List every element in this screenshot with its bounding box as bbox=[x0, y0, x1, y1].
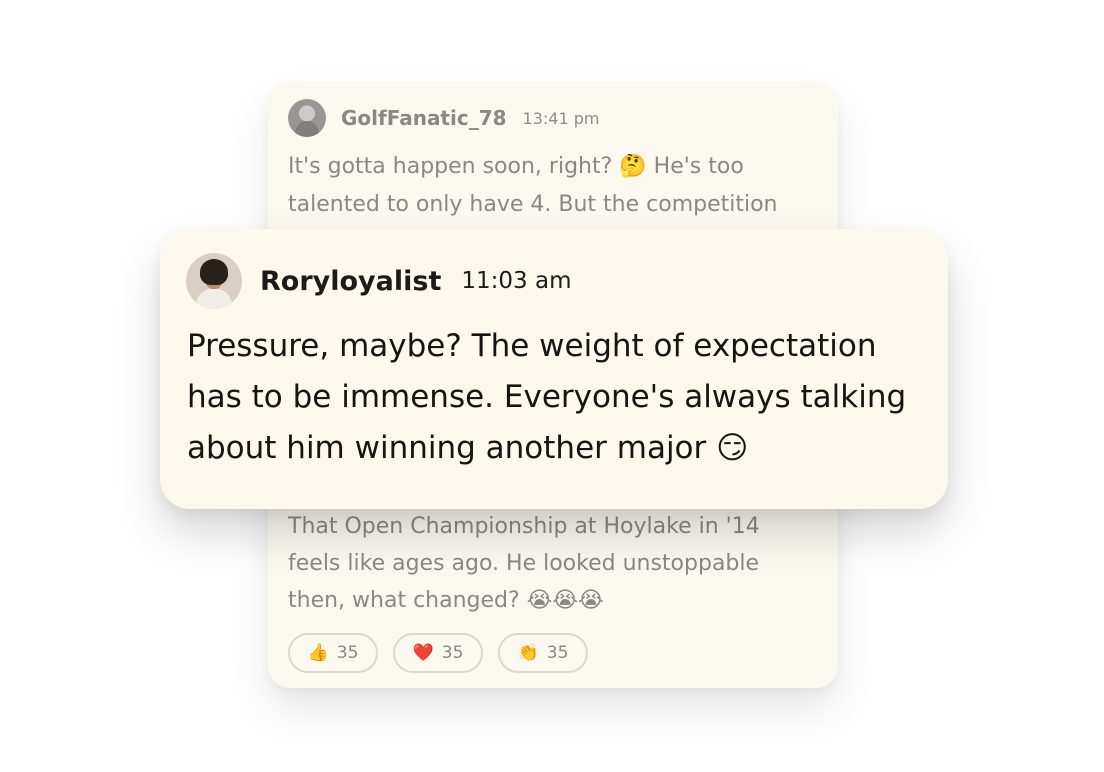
thumbs-up-icon: 👍 bbox=[307, 643, 329, 663]
reaction-count: 35 bbox=[441, 643, 464, 663]
reaction-heart-button[interactable]: ❤️ 35 bbox=[393, 633, 483, 673]
reaction-bar: 👍 35 ❤️ 35 👏 35 bbox=[288, 633, 588, 673]
reaction-thumbs-up-button[interactable]: 👍 35 bbox=[288, 633, 378, 673]
comment-header: Roryloyalist 11:03 am bbox=[186, 253, 571, 309]
timestamp: 13:41 pm bbox=[522, 108, 600, 128]
comment-header: GolfFanatic_78 13:41 pm bbox=[288, 98, 599, 138]
timestamp: 11:03 am bbox=[461, 268, 572, 294]
username[interactable]: Roryloyalist bbox=[260, 266, 441, 297]
comment-card-roryloyalist: Roryloyalist 11:03 am Pressure, maybe? T… bbox=[160, 229, 948, 509]
reaction-count: 35 bbox=[336, 643, 359, 663]
reaction-clap-button[interactable]: 👏 35 bbox=[498, 633, 588, 673]
heart-icon: ❤️ bbox=[412, 643, 434, 663]
reaction-count: 35 bbox=[546, 643, 569, 663]
comment-text-visible-top: It's gotta happen soon, right? 🤔 He's to… bbox=[288, 154, 778, 217]
avatar[interactable] bbox=[186, 253, 242, 309]
comment-stack: GolfFanatic_78 13:41 pm It's gotta happe… bbox=[0, 0, 1104, 772]
comment-text-visible-bottom: That Open Championship at Hoylake in '14… bbox=[288, 514, 760, 613]
username[interactable]: GolfFanatic_78 bbox=[341, 106, 507, 130]
clap-icon: 👏 bbox=[517, 643, 539, 663]
comment-text: Pressure, maybe? The weight of expectati… bbox=[187, 328, 907, 466]
avatar[interactable] bbox=[288, 99, 326, 137]
